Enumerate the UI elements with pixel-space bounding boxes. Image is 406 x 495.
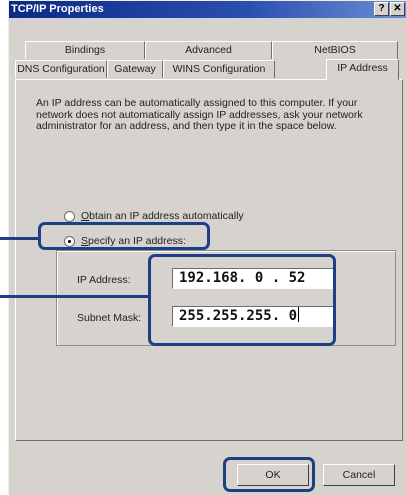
tcpip-properties-dialog: TCP/IP Properties ? ✕ Bindings Advanced … <box>8 0 406 495</box>
ip-address-panel: An IP address can be automatically assig… <box>15 79 403 441</box>
text-caret <box>298 307 300 322</box>
radio-specify-ip[interactable] <box>64 235 75 247</box>
close-button[interactable]: ✕ <box>390 2 405 16</box>
tab-ip-address[interactable]: IP Address <box>326 59 399 80</box>
tab-dns-configuration[interactable]: DNS Configuration <box>15 60 107 78</box>
tab-netbios[interactable]: NetBIOS <box>272 41 398 59</box>
subnet-mask-input[interactable]: 255.255.255. 0 <box>172 306 334 327</box>
cancel-button[interactable]: Cancel <box>323 464 395 486</box>
ok-button[interactable]: OK <box>237 464 309 486</box>
tab-bindings[interactable]: Bindings <box>25 41 145 59</box>
obtain-ip-label: Obtain an IP address automatically <box>81 210 244 222</box>
window-title: TCP/IP Properties <box>11 3 104 15</box>
radio-obtain-automatically[interactable] <box>64 210 75 222</box>
tab-gateway[interactable]: Gateway <box>107 60 163 78</box>
ip-address-label: IP Address: <box>77 274 131 286</box>
specify-ip-option[interactable]: Specify an IP address: <box>64 234 186 248</box>
help-button[interactable]: ? <box>374 2 389 16</box>
ip-settings-group <box>56 250 396 346</box>
subnet-mask-label: Subnet Mask: <box>77 312 142 324</box>
callout-leader-fields <box>0 295 148 298</box>
tab-wins-configuration[interactable]: WINS Configuration <box>163 60 275 78</box>
specify-ip-label: Specify an IP address: <box>81 235 186 247</box>
ip-address-input[interactable]: 192.168. 0 . 52 <box>172 268 334 289</box>
tab-advanced[interactable]: Advanced <box>145 41 272 59</box>
description-text: An IP address can be automatically assig… <box>36 97 363 132</box>
obtain-ip-automatically-option[interactable]: Obtain an IP address automatically <box>64 209 244 223</box>
callout-leader-specify <box>0 237 38 240</box>
title-bar[interactable]: TCP/IP Properties ? ✕ <box>9 1 406 18</box>
